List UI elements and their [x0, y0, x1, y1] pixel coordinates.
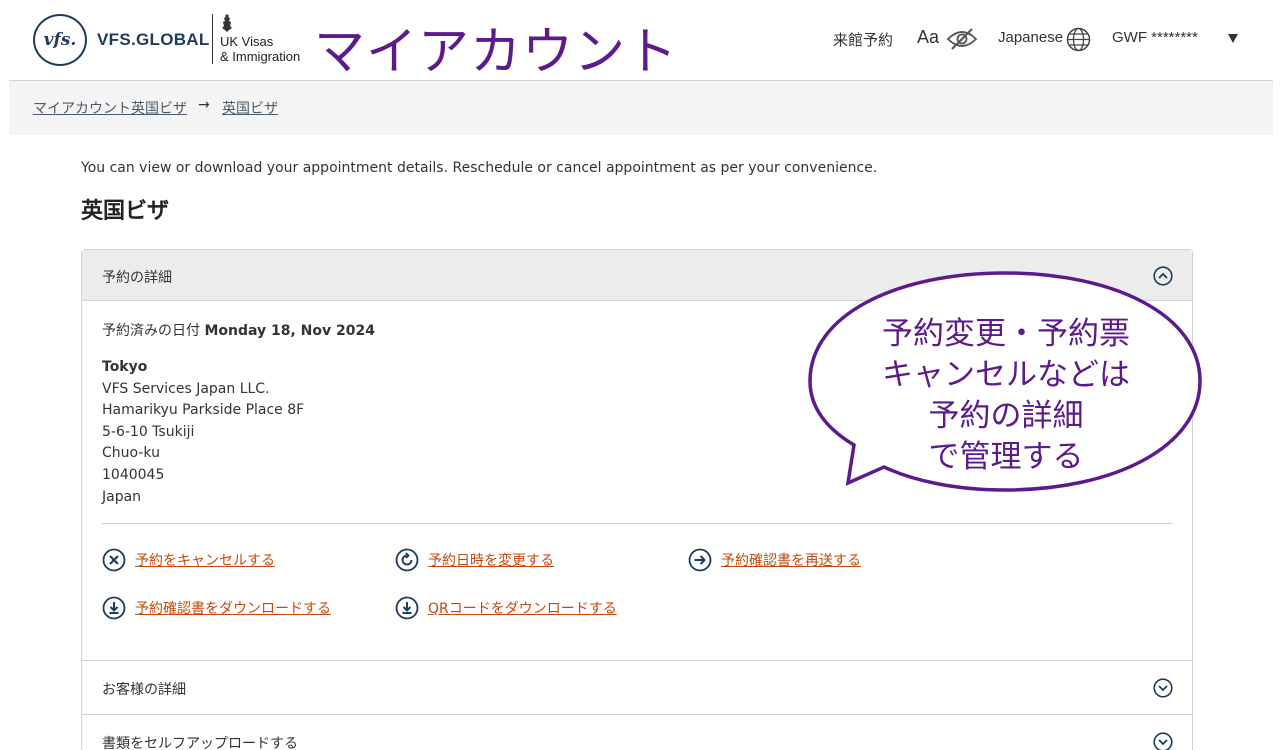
address-line: Hamarikyu Parkside Place 8F [102, 402, 305, 419]
section-title: 英国ビザ [81, 199, 170, 224]
address-line: VFS Services Japan LLC. [102, 380, 270, 397]
address-city: Tokyo [102, 359, 148, 375]
royal-crest-icon [222, 14, 232, 32]
panel-divider [102, 523, 1172, 524]
resend-confirmation-link[interactable]: 予約確認書を再送する [688, 548, 861, 572]
callout-line: 予約の詳細 [928, 398, 1084, 434]
customer-details-label: お客様の詳細 [102, 682, 186, 698]
chevron-down-icon[interactable] [1153, 732, 1173, 750]
self-upload-section[interactable]: 書類をセルフアップロードする [81, 715, 1193, 750]
eye-slash-icon[interactable] [946, 27, 978, 51]
center-address: Tokyo VFS Services Japan LLC. Hamarikyu … [102, 357, 304, 508]
language-selector[interactable]: Japanese [998, 29, 1063, 46]
download-confirmation-link[interactable]: 予約確認書をダウンロードする [102, 596, 331, 620]
address-line: 1040045 [102, 466, 165, 483]
booked-date-value: Monday 18, Nov 2024 [204, 323, 375, 339]
booked-date: 予約済みの日付 Monday 18, Nov 2024 [102, 320, 375, 340]
uk-visas-line1: UK Visas [220, 34, 274, 49]
user-menu[interactable]: GWF ******** [1112, 29, 1198, 46]
reschedule-label[interactable]: 予約日時を変更する [428, 550, 554, 570]
download-icon [395, 596, 419, 620]
close-circle-icon [102, 548, 126, 572]
download-confirmation-label[interactable]: 予約確認書をダウンロードする [135, 598, 331, 618]
vfs-brand-text: VFS.GLOBAL [97, 30, 210, 49]
vfs-logo[interactable]: vfs. [33, 14, 87, 66]
cancel-appointment-link[interactable]: 予約をキャンセルする [102, 548, 275, 572]
download-qr-label[interactable]: QRコードをダウンロードする [428, 598, 617, 618]
address-line: Japan [102, 488, 142, 505]
breadcrumb-item-uk-visa[interactable]: 英国ビザ [222, 98, 278, 118]
uk-visas-line2: & Immigration [220, 49, 301, 64]
globe-icon[interactable] [1066, 27, 1091, 52]
booked-date-label: 予約済みの日付 [102, 323, 200, 339]
callout-line: キャンセルなどは [882, 357, 1130, 393]
vfs-logo-mark: vfs. [43, 30, 77, 50]
panel-title: 予約の詳細 [102, 270, 172, 286]
nav-visit-booking[interactable]: 来館予約 [833, 29, 893, 50]
customer-details-section[interactable]: お客様の詳細 [81, 661, 1193, 715]
arrow-right-circle-icon [688, 548, 712, 572]
download-qr-link[interactable]: QRコードをダウンロードする [395, 596, 617, 620]
breadcrumb-separator: → [198, 97, 210, 113]
page-heading: マイアカウント [314, 23, 679, 82]
self-upload-label: 書類をセルフアップロードする [102, 736, 298, 750]
font-size-toggle[interactable]: Aa [917, 27, 939, 48]
resend-confirmation-label[interactable]: 予約確認書を再送する [721, 550, 861, 570]
callout-text: 予約変更・予約票 キャンセルなどは 予約の詳細 で管理する [810, 314, 1202, 478]
chevron-down-icon[interactable] [1153, 678, 1173, 698]
logo-divider [212, 14, 213, 64]
uk-visas-logo-text: UK Visas & Immigration [220, 34, 300, 64]
reschedule-link[interactable]: 予約日時を変更する [395, 548, 554, 572]
breadcrumb-item-my-account[interactable]: マイアカウント英国ビザ [33, 98, 187, 118]
callout-line: で管理する [928, 439, 1084, 475]
address-line: Chuo-ku [102, 445, 160, 462]
callout-line: 予約変更・予約票 [882, 316, 1130, 352]
refresh-icon [395, 548, 419, 572]
intro-text: You can view or download your appointmen… [81, 160, 878, 176]
download-icon [102, 596, 126, 620]
chevron-down-icon[interactable] [1228, 34, 1238, 43]
address-line: 5-6-10 Tsukiji [102, 423, 195, 440]
site-header: vfs. VFS.GLOBAL UK Visas & Immigration マ… [0, 0, 1280, 82]
cancel-appointment-label[interactable]: 予約をキャンセルする [135, 550, 275, 570]
